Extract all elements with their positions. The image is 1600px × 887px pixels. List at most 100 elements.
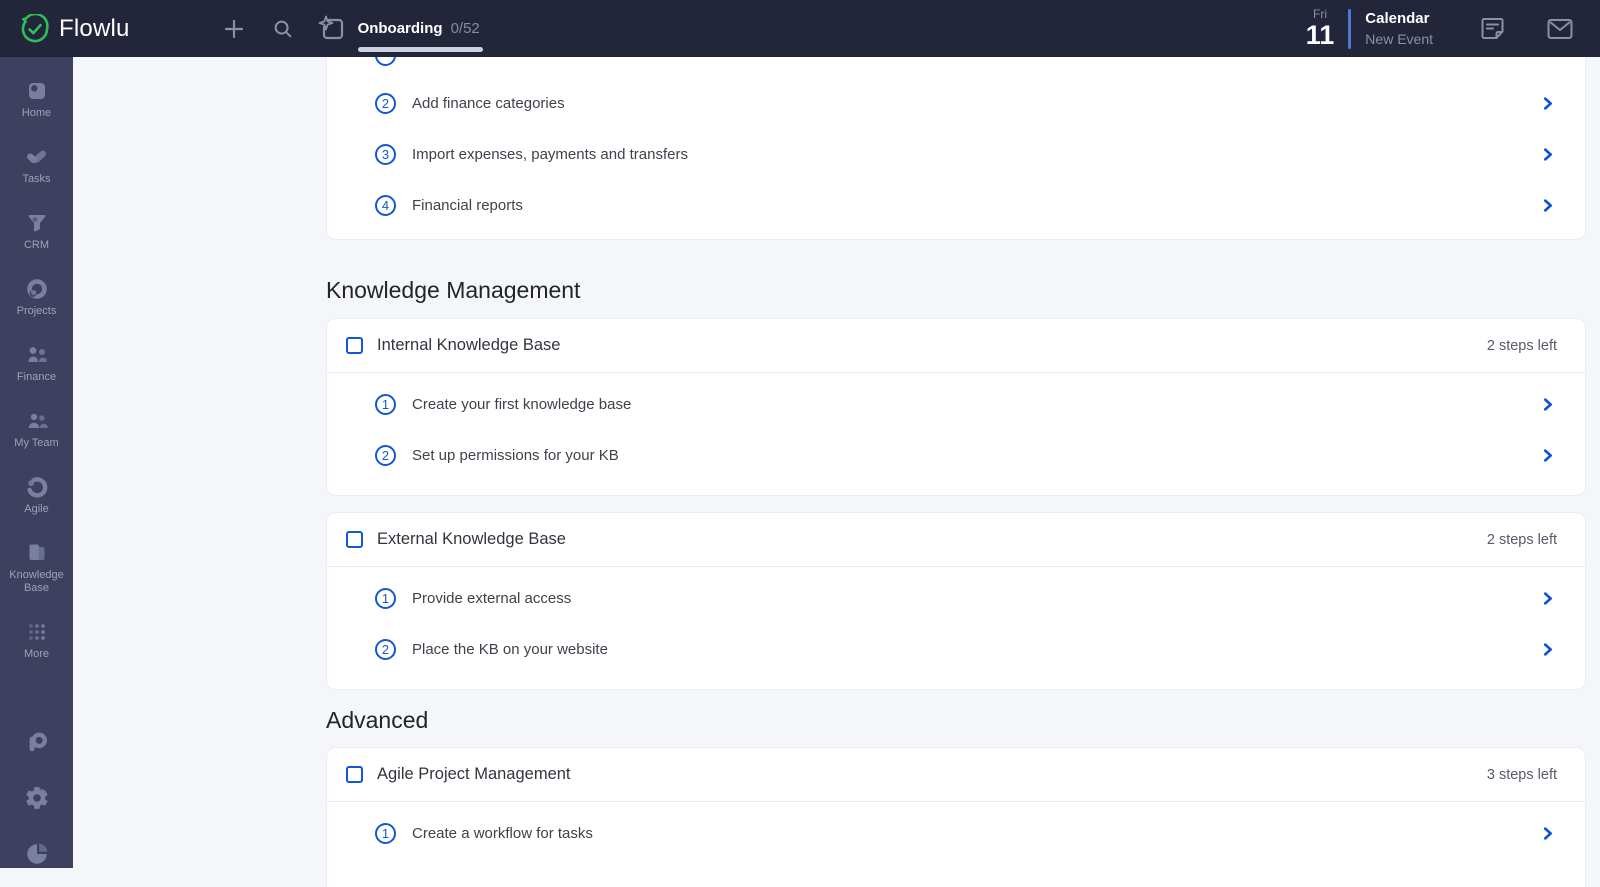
sidebar: Home Tasks CRM Projects Finance — [0, 57, 73, 868]
card-header[interactable]: Agile Project Management 3 steps left — [327, 748, 1585, 802]
step-label: Import expenses, payments and transfers — [412, 146, 688, 163]
plus-icon — [222, 17, 246, 41]
add-button[interactable] — [222, 17, 246, 41]
step-label: Set up permissions for your KB — [412, 447, 619, 464]
sidebar-item-label: More — [20, 648, 53, 661]
step-number: 1 — [375, 394, 396, 415]
sidebar-item-label: Home — [18, 107, 55, 120]
chevron-right-icon[interactable] — [1542, 592, 1555, 605]
sidebar-item-more[interactable]: More — [0, 620, 73, 661]
steps-left-badge: 2 steps left — [1487, 338, 1557, 354]
notes-button[interactable] — [1479, 15, 1506, 42]
step-row-place-kb-on-website[interactable]: 2 Place the KB on your website — [327, 624, 1585, 675]
step-number: 3 — [375, 144, 396, 165]
knowledge-base-icon — [25, 541, 49, 565]
top-bar: Flowlu Onboarding 0/52 Fri 11 C — [0, 0, 1600, 57]
sidebar-item-my-team[interactable]: My Team — [0, 409, 73, 450]
step-number: 1 — [375, 588, 396, 609]
card-header[interactable]: Internal Knowledge Base 2 steps left — [327, 319, 1585, 373]
sidebar-item-agile[interactable]: Agile — [0, 475, 73, 516]
sidebar-item-home[interactable]: Home — [0, 79, 73, 120]
step-number: 2 — [375, 639, 396, 660]
chevron-right-icon[interactable] — [1542, 97, 1555, 110]
step-number: 2 — [375, 445, 396, 466]
step-row-import-expenses[interactable]: 3 Import expenses, payments and transfer… — [327, 129, 1585, 180]
date-widget[interactable]: Fri 11 — [1306, 8, 1335, 49]
tasks-icon — [25, 145, 49, 169]
search-icon — [272, 18, 294, 40]
crm-icon — [25, 211, 49, 235]
step-label: Add finance categories — [412, 95, 565, 112]
steps-left-badge: 2 steps left — [1487, 532, 1557, 548]
card-title: External Knowledge Base — [377, 530, 566, 549]
checkbox-agile-project-management[interactable] — [346, 766, 363, 783]
search-button[interactable] — [272, 18, 294, 40]
sidebar-item-finance[interactable]: Finance — [0, 343, 73, 384]
sidebar-item-label: Tasks — [18, 173, 54, 186]
finance-icon — [25, 343, 49, 367]
step-row-create-first-kb[interactable]: 1 Create your first knowledge base — [327, 379, 1585, 430]
partner-program-icon[interactable] — [24, 729, 50, 755]
more-icon — [25, 620, 49, 644]
agile-project-management-card: Agile Project Management 3 steps left 1 … — [326, 747, 1586, 887]
calendar-widget[interactable]: Calendar New Event — [1365, 10, 1433, 48]
chevron-right-icon[interactable] — [1542, 643, 1555, 656]
date-weekday: Fri — [1306, 8, 1335, 20]
help-pie-icon[interactable] — [24, 841, 50, 867]
finance-card: 2 Add finance categories 3 Import expens… — [326, 57, 1586, 240]
sidebar-item-label: CRM — [20, 239, 53, 252]
agile-icon — [25, 475, 49, 499]
sidebar-item-knowledge-base[interactable]: Knowledge Base — [0, 541, 73, 595]
onboarding-widget[interactable]: Onboarding 0/52 — [318, 15, 480, 43]
step-number: 2 — [375, 93, 396, 114]
chevron-right-icon[interactable] — [1542, 199, 1555, 212]
flowlu-logo-icon — [20, 14, 50, 44]
notes-icon — [1479, 15, 1506, 42]
calendar-title: Calendar — [1365, 10, 1433, 28]
step-number: 1 — [375, 823, 396, 844]
onboarding-label: Onboarding — [358, 20, 443, 37]
checkbox-external-knowledge-base[interactable] — [346, 531, 363, 548]
card-title: Internal Knowledge Base — [377, 336, 560, 355]
step-row-create-workflow-for-tasks[interactable]: 1 Create a workflow for tasks — [327, 808, 1585, 859]
flowlu-logo[interactable]: Flowlu — [20, 14, 130, 44]
step-label: Create a workflow for tasks — [412, 825, 593, 842]
sidebar-item-label: Agile — [20, 503, 52, 516]
step-row-setup-kb-permissions[interactable]: 2 Set up permissions for your KB — [327, 430, 1585, 481]
projects-icon — [25, 277, 49, 301]
card-header[interactable]: External Knowledge Base 2 steps left — [327, 513, 1585, 567]
sidebar-item-tasks[interactable]: Tasks — [0, 145, 73, 186]
onboarding-icon — [318, 15, 346, 43]
section-title-knowledge-management: Knowledge Management — [326, 276, 1586, 304]
step-row-financial-reports[interactable]: 4 Financial reports — [327, 180, 1585, 231]
internal-knowledge-base-card: Internal Knowledge Base 2 steps left 1 C… — [326, 318, 1586, 496]
steps-left-badge: 3 steps left — [1487, 767, 1557, 783]
mail-icon — [1546, 16, 1574, 42]
step-label: Create your first knowledge base — [412, 396, 631, 413]
chevron-right-icon[interactable] — [1542, 398, 1555, 411]
step-label: Provide external access — [412, 590, 571, 607]
settings-gear-icon[interactable] — [24, 785, 50, 811]
step-label: Financial reports — [412, 197, 523, 214]
mail-button[interactable] — [1546, 16, 1574, 42]
sidebar-item-crm[interactable]: CRM — [0, 211, 73, 252]
onboarding-progress-count: 0/52 — [451, 20, 480, 37]
step-row-provide-external-access[interactable]: 1 Provide external access — [327, 573, 1585, 624]
checkbox-internal-knowledge-base[interactable] — [346, 337, 363, 354]
sidebar-item-label: Knowledge Base — [0, 569, 73, 595]
chevron-right-icon[interactable] — [1542, 827, 1555, 840]
onboarding-page: 2 Add finance categories 3 Import expens… — [73, 57, 1600, 868]
brand-name: Flowlu — [59, 15, 130, 43]
chevron-right-icon[interactable] — [1542, 449, 1555, 462]
onboarding-progress-bar — [358, 47, 483, 52]
step-number: 4 — [375, 195, 396, 216]
sidebar-item-projects[interactable]: Projects — [0, 277, 73, 318]
step-label: Place the KB on your website — [412, 641, 608, 658]
section-title-advanced: Advanced — [326, 706, 1586, 734]
new-event-link[interactable]: New Event — [1365, 31, 1433, 48]
chevron-right-icon[interactable] — [1542, 148, 1555, 161]
sidebar-item-label: Finance — [13, 371, 60, 384]
my-team-icon — [25, 409, 49, 433]
step-row-add-finance-categories[interactable]: 2 Add finance categories — [327, 78, 1585, 129]
sidebar-item-label: Projects — [13, 305, 61, 318]
